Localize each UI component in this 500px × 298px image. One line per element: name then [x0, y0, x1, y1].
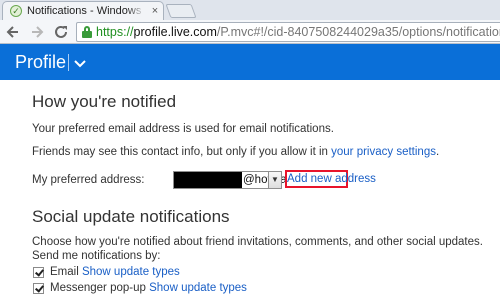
tab-strip: ✓ Notifications - Windows Live ×	[0, 0, 500, 20]
lock-icon	[82, 26, 92, 38]
url-host: profile.live.com	[133, 25, 217, 39]
send-notifications-label: Send me notifications by:	[32, 250, 161, 262]
privacy-settings-link[interactable]: your privacy settings	[331, 146, 436, 158]
preferred-address-select[interactable]: @hotmail.ca	[173, 171, 307, 189]
chevron-down-icon[interactable]	[74, 56, 86, 68]
browser-tab-notifications[interactable]: ✓ Notifications - Windows Live ×	[2, 1, 164, 20]
url-path: /P.mvc#!/cid-8407508244029a35/options/no…	[216, 25, 500, 39]
add-new-address-label: Add new address	[287, 173, 376, 185]
messenger-show-update-types-link[interactable]: Show update types	[149, 282, 247, 294]
profile-brand[interactable]: Profile	[15, 52, 66, 72]
messenger-option: Messenger pop-up Show update types	[50, 280, 247, 296]
forward-arrow-icon[interactable]	[28, 23, 46, 41]
email-checkbox[interactable]	[33, 267, 44, 278]
reload-icon[interactable]	[52, 23, 70, 41]
privacy-text: Friends may see this contact info, but o…	[32, 144, 439, 160]
privacy-text-suffix: .	[435, 146, 440, 158]
back-arrow-icon[interactable]	[4, 23, 22, 41]
url-text: https://profile.live.com/P.mvc#!/cid-840…	[96, 23, 500, 41]
email-option-label: Email	[50, 266, 79, 278]
email-notification-text: Your preferred email address is used for…	[32, 123, 334, 135]
preferred-address-label: My preferred address:	[32, 174, 145, 186]
browser-toolbar: https://profile.live.com/P.mvc#!/cid-840…	[0, 20, 500, 44]
redacted-email-username	[174, 172, 242, 188]
add-new-address-link[interactable]: Add new address	[285, 170, 376, 188]
privacy-text-prefix: Friends may see this contact info, but o…	[32, 146, 332, 158]
messenger-checkbox[interactable]	[33, 283, 44, 294]
messenger-option-label: Messenger pop-up	[50, 282, 146, 294]
new-tab-button[interactable]	[165, 4, 197, 18]
section-title-how-notified: How you're notified	[32, 92, 177, 111]
profile-header: Profile	[0, 44, 500, 80]
url-scheme: https://	[96, 25, 134, 39]
header-divider	[68, 54, 69, 71]
windows-live-favicon-icon: ✓	[10, 5, 22, 17]
email-show-update-types-link[interactable]: Show update types	[82, 266, 180, 278]
section-title-social-updates: Social update notifications	[32, 207, 230, 226]
email-option: Email Show update types	[50, 264, 180, 280]
tab-title: Notifications - Windows Live	[27, 4, 145, 18]
address-bar[interactable]: https://profile.live.com/P.mvc#!/cid-840…	[76, 22, 500, 42]
tab-close-icon[interactable]: ×	[149, 4, 161, 18]
dropdown-arrow-icon[interactable]: ▼	[268, 171, 282, 189]
